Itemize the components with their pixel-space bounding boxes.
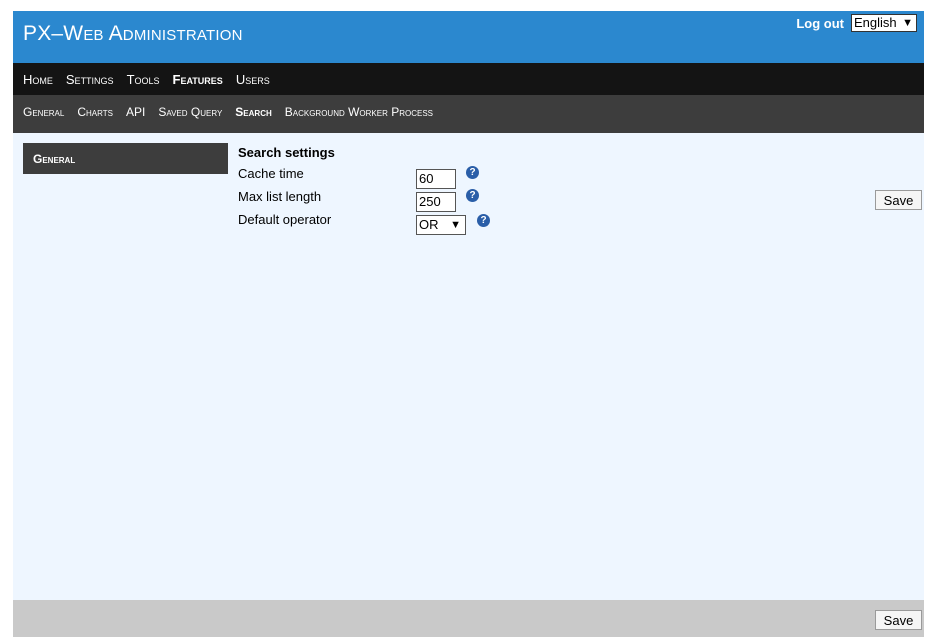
default-operator-label: Default operator xyxy=(238,212,332,227)
chevron-down-icon: ▼ xyxy=(902,17,913,29)
question-mark-icon[interactable]: ? xyxy=(477,214,490,227)
question-mark-icon[interactable]: ? xyxy=(466,166,479,179)
section-title: Search settings xyxy=(238,145,335,160)
save-button-bottom[interactable]: Save xyxy=(875,610,922,630)
nav-home[interactable]: Home xyxy=(23,72,53,87)
subnav-api[interactable]: API xyxy=(126,105,145,119)
default-operator-value: OR xyxy=(419,217,439,232)
sidebar-item-label: General xyxy=(33,152,76,166)
max-list-length-row: Max list length 250 ? xyxy=(238,189,518,212)
subnav-general[interactable]: General xyxy=(23,105,64,119)
default-operator-row: Default operator OR ▼ ? xyxy=(238,212,518,235)
sub-nav: General Charts API Saved Query Search Ba… xyxy=(13,95,924,210)
chevron-down-icon: ▼ xyxy=(450,219,461,231)
subnav-saved-query[interactable]: Saved Query xyxy=(158,105,222,119)
max-list-length-label: Max list length xyxy=(238,189,322,204)
logout-link[interactable]: Log out xyxy=(796,16,844,31)
cache-time-row: Cache time 60 ? xyxy=(238,166,518,189)
nav-users[interactable]: Users xyxy=(236,72,270,87)
cache-time-input[interactable]: 60 xyxy=(416,169,456,189)
question-mark-icon[interactable]: ? xyxy=(466,189,479,202)
subnav-search[interactable]: Search xyxy=(235,105,271,119)
footer-bar: Save xyxy=(13,600,924,637)
subnav-background-worker-process[interactable]: Background Worker Process xyxy=(285,105,433,119)
admin-frame: PX–Web Administration Log out English ▼ … xyxy=(13,11,924,637)
language-value: English xyxy=(854,15,897,30)
header-bar: PX–Web Administration Log out English ▼ xyxy=(13,11,924,63)
main-nav: Home Settings Tools Features Users xyxy=(13,63,924,95)
nav-features[interactable]: Features xyxy=(173,72,223,87)
subnav-charts[interactable]: Charts xyxy=(77,105,113,119)
nav-tools[interactable]: Tools xyxy=(127,72,160,87)
max-list-length-input[interactable]: 250 xyxy=(416,192,456,212)
app-title: PX–Web Administration xyxy=(23,22,243,45)
sidebar-item-general[interactable]: General xyxy=(23,143,228,174)
save-button-top[interactable]: Save xyxy=(875,190,922,210)
cache-time-label: Cache time xyxy=(238,166,304,181)
default-operator-select[interactable]: OR ▼ xyxy=(416,215,466,235)
nav-settings[interactable]: Settings xyxy=(66,72,114,87)
language-select[interactable]: English ▼ xyxy=(851,14,917,32)
